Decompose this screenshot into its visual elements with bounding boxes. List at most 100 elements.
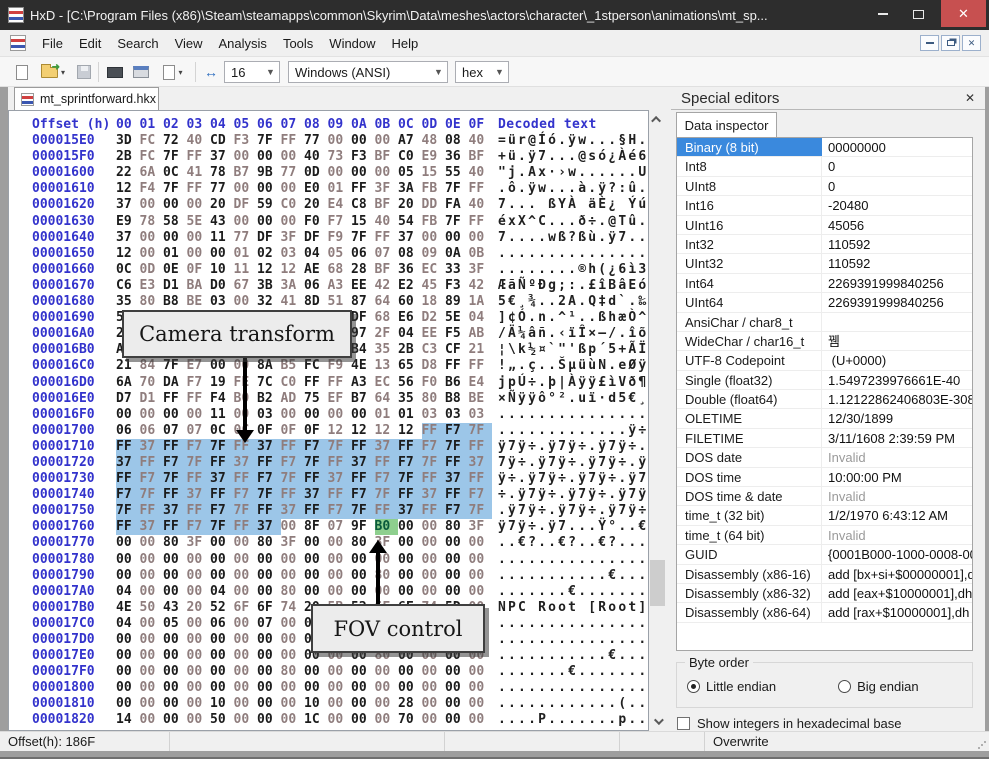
inspector-row[interactable]: Single (float32)1.5497239976661E-40 bbox=[677, 371, 972, 390]
hex-byte[interactable]: 3F bbox=[469, 262, 493, 278]
hex-byte[interactable]: F7 bbox=[187, 375, 211, 391]
hex-byte[interactable]: 00 bbox=[375, 680, 399, 696]
hex-byte[interactable]: 00 bbox=[281, 616, 305, 632]
hex-byte[interactable]: 07 bbox=[257, 616, 281, 632]
hex-byte[interactable]: FF bbox=[469, 214, 493, 230]
hex-byte[interactable]: 00 bbox=[281, 632, 305, 648]
hex-byte[interactable]: 00 bbox=[398, 535, 422, 551]
hex-base-checkbox-label[interactable]: Show integers in hexadecimal base bbox=[697, 716, 902, 731]
hex-byte[interactable]: FF bbox=[187, 149, 211, 165]
hex-byte[interactable]: FF bbox=[375, 230, 399, 246]
hex-byte[interactable]: FF bbox=[257, 503, 281, 519]
hex-byte[interactable]: 58 bbox=[163, 214, 187, 230]
hex-byte[interactable]: 00 bbox=[163, 568, 187, 584]
hex-byte[interactable]: 00 bbox=[328, 165, 352, 181]
hex-byte[interactable]: 00 bbox=[257, 552, 281, 568]
inspector-value[interactable]: 10:00:00 PM bbox=[822, 468, 972, 486]
hex-byte[interactable]: 00 bbox=[163, 584, 187, 600]
hex-byte[interactable]: DD bbox=[422, 197, 446, 213]
hex-byte[interactable]: FF bbox=[469, 181, 493, 197]
hex-byte[interactable]: 00 bbox=[140, 584, 164, 600]
hex-byte[interactable]: 77 bbox=[281, 165, 305, 181]
hex-byte[interactable]: F7 bbox=[234, 487, 258, 503]
hex-byte[interactable]: 00 bbox=[187, 664, 211, 680]
hex-byte[interactable]: E9 bbox=[116, 214, 140, 230]
hex-byte[interactable]: 42 bbox=[375, 278, 399, 294]
hex-byte[interactable]: 00 bbox=[257, 214, 281, 230]
hex-byte[interactable]: 00 bbox=[351, 552, 375, 568]
hex-byte[interactable]: 0D bbox=[140, 262, 164, 278]
hex-byte[interactable]: 0B bbox=[469, 246, 493, 262]
hex-byte[interactable]: 5E bbox=[187, 214, 211, 230]
hex-byte[interactable]: 00 bbox=[281, 519, 305, 535]
hex-byte[interactable]: FF bbox=[469, 471, 493, 487]
hex-byte[interactable]: 00 bbox=[445, 680, 469, 696]
hex-byte[interactable]: 00 bbox=[257, 664, 281, 680]
hex-byte[interactable]: 00 bbox=[187, 696, 211, 712]
hex-byte[interactable]: F7 bbox=[375, 471, 399, 487]
hex-byte[interactable]: FF bbox=[140, 455, 164, 471]
menu-help[interactable]: Help bbox=[384, 32, 427, 55]
hex-byte[interactable]: 7F bbox=[445, 439, 469, 455]
hex-byte[interactable]: 00 bbox=[422, 680, 446, 696]
hex-byte[interactable]: 36 bbox=[445, 149, 469, 165]
hex-byte[interactable]: 00 bbox=[234, 680, 258, 696]
hex-byte[interactable]: 7C bbox=[257, 375, 281, 391]
hex-byte[interactable]: 36 bbox=[398, 262, 422, 278]
hex-byte[interactable]: 55 bbox=[445, 165, 469, 181]
inspector-row[interactable]: FILETIME3/11/1608 2:39:59 PM bbox=[677, 429, 972, 448]
hex-byte[interactable]: AE bbox=[304, 262, 328, 278]
hex-byte[interactable]: 00 bbox=[469, 680, 493, 696]
menu-window[interactable]: Window bbox=[321, 32, 383, 55]
hex-byte[interactable]: 00 bbox=[351, 696, 375, 712]
hex-byte[interactable]: 00 bbox=[210, 680, 234, 696]
hex-byte[interactable]: 00 bbox=[140, 632, 164, 648]
hex-byte[interactable]: F0 bbox=[304, 214, 328, 230]
hex-byte[interactable]: DF bbox=[351, 310, 375, 326]
hex-byte[interactable]: 45 bbox=[422, 278, 446, 294]
hex-byte[interactable]: FF bbox=[116, 439, 140, 455]
hex-byte[interactable]: 00 bbox=[210, 648, 234, 664]
inspector-value[interactable]: 0 bbox=[822, 177, 972, 195]
hex-byte[interactable]: FF bbox=[163, 391, 187, 407]
hex-byte[interactable]: F7 bbox=[445, 503, 469, 519]
hex-byte[interactable]: F9 bbox=[328, 358, 352, 374]
hex-byte[interactable]: 00 bbox=[140, 552, 164, 568]
hex-byte[interactable]: 04 bbox=[469, 310, 493, 326]
inspector-value[interactable]: 110592 bbox=[822, 254, 972, 272]
hex-byte[interactable]: 00 bbox=[469, 535, 493, 551]
hex-byte[interactable]: 00 bbox=[351, 165, 375, 181]
hex-byte[interactable]: 1A bbox=[469, 294, 493, 310]
hex-byte[interactable]: 80 bbox=[445, 519, 469, 535]
hex-byte[interactable]: 12 bbox=[257, 262, 281, 278]
hex-byte[interactable]: 32 bbox=[257, 294, 281, 310]
hex-byte[interactable]: 7F bbox=[210, 439, 234, 455]
hex-byte[interactable]: 80 bbox=[422, 391, 446, 407]
hex-byte[interactable]: 70 bbox=[140, 375, 164, 391]
hex-byte[interactable]: 08 bbox=[445, 133, 469, 149]
hex-byte[interactable]: FF bbox=[469, 358, 493, 374]
hex-byte[interactable]: 03 bbox=[445, 407, 469, 423]
hex-byte[interactable]: F7 bbox=[469, 487, 493, 503]
hex-byte[interactable]: 00 bbox=[469, 584, 493, 600]
hex-byte[interactable]: CD bbox=[210, 133, 234, 149]
hex-byte[interactable]: FC bbox=[140, 133, 164, 149]
hex-byte[interactable]: 6F bbox=[234, 600, 258, 616]
open-file-button[interactable]: ➜ ▾ bbox=[36, 60, 70, 84]
inspector-row[interactable]: UInt80 bbox=[677, 177, 972, 196]
hex-byte[interactable]: 00 bbox=[163, 632, 187, 648]
hex-byte[interactable]: E0 bbox=[304, 181, 328, 197]
hex-byte[interactable]: F3 bbox=[445, 278, 469, 294]
hex-byte[interactable]: 00 bbox=[257, 648, 281, 664]
hex-byte[interactable]: 19 bbox=[210, 375, 234, 391]
hex-byte[interactable]: 00 bbox=[234, 696, 258, 712]
hex-byte[interactable]: 03 bbox=[422, 407, 446, 423]
hex-byte[interactable]: F7 bbox=[116, 487, 140, 503]
hex-byte[interactable]: 40 bbox=[469, 197, 493, 213]
hex-byte[interactable]: 00 bbox=[351, 584, 375, 600]
inspector-row[interactable]: Int80 bbox=[677, 157, 972, 176]
hex-byte[interactable]: 0C bbox=[116, 262, 140, 278]
inspector-value[interactable]: 12/30/1899 bbox=[822, 409, 972, 427]
hex-byte[interactable]: 00 bbox=[375, 133, 399, 149]
hex-byte[interactable]: 05 bbox=[398, 165, 422, 181]
